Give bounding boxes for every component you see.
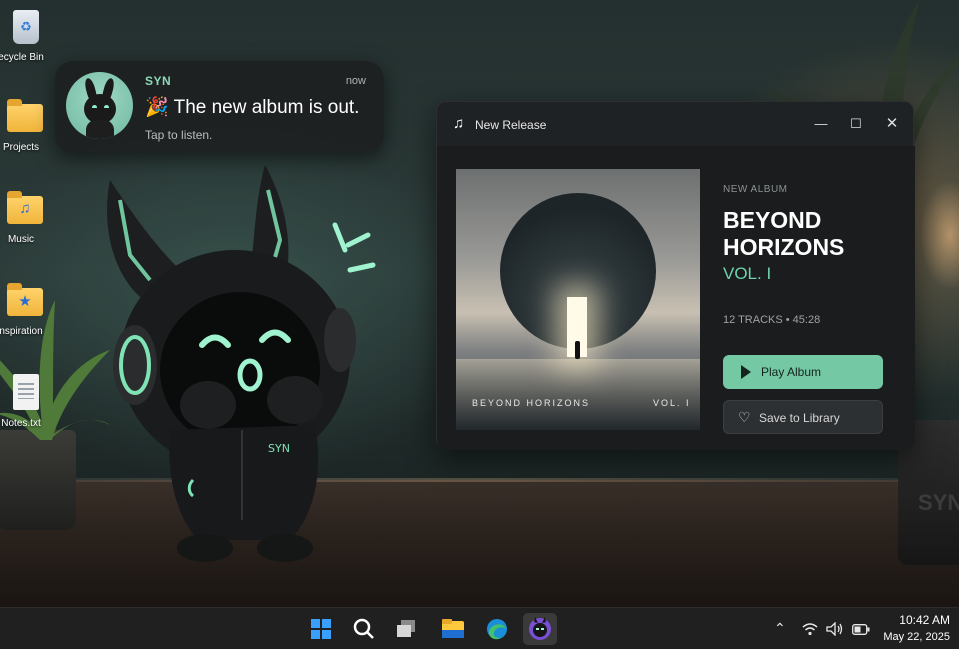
notification-toast[interactable]: SYN now 🎉 The new album is out. Tap to l… (55, 61, 384, 153)
task-view-button[interactable] (390, 613, 424, 645)
mug-logo: SYN (918, 490, 959, 515)
cover-water (456, 359, 700, 430)
desktop-icon-label: ecycle Bin (0, 52, 44, 63)
play-icon (741, 365, 751, 379)
album-title: BEYOND HORIZONS (723, 207, 903, 261)
album-title-line2: HORIZONS (723, 234, 845, 260)
minimize-button[interactable]: — (806, 110, 836, 138)
play-album-button[interactable]: Play Album (723, 355, 883, 389)
volume-icon[interactable] (826, 622, 844, 636)
file-explorer-button[interactable] (436, 613, 470, 645)
desktop-icon-label: Music (7, 234, 35, 245)
album-kind-label: NEW ALBUM (723, 184, 788, 195)
start-button[interactable] (304, 613, 338, 645)
close-button[interactable]: ✕ (877, 110, 907, 138)
desktop-icon-label: Notes.txt (1, 418, 41, 429)
album-meta: 12 TRACKS • 45:28 (723, 314, 821, 326)
window-titlebar[interactable]: ♫ New Release — ☐ ✕ (437, 102, 915, 146)
window-title: New Release (475, 118, 547, 132)
plant-pot (0, 430, 76, 530)
save-to-library-button[interactable]: ♡ Save to Library (723, 400, 883, 434)
save-to-library-label: Save to Library (759, 411, 840, 425)
notification-message: 🎉 The new album is out. (145, 97, 360, 118)
taskbar: ⌃ 10:42 AM May 22, 2025 (0, 607, 959, 649)
clock-time[interactable]: 10:42 AM (899, 613, 950, 627)
edge-icon (487, 619, 507, 640)
album-cover: BEYOND HORIZONS VOL. I (456, 169, 700, 430)
syn-avatar (66, 72, 133, 139)
music-folder-icon: ♫ (5, 190, 45, 228)
wifi-icon[interactable] (802, 622, 818, 636)
syn-app-icon (529, 617, 551, 640)
search-button[interactable] (347, 613, 381, 645)
desktop-icon-music[interactable]: ♫ Music (0, 190, 50, 245)
notification-subtext: Tap to listen. (145, 128, 213, 142)
notification-time: now (345, 75, 366, 87)
edge-button[interactable] (480, 613, 514, 645)
play-album-label: Play Album (761, 365, 822, 379)
cover-volume-text: VOL. I (653, 398, 691, 408)
new-release-window: ♫ New Release — ☐ ✕ BEYOND HORIZONS VOL.… (436, 101, 915, 450)
desktop-icon-inspiration[interactable]: ★ nspiration (0, 282, 50, 337)
text-file-icon (5, 374, 45, 412)
file-explorer-icon (442, 619, 464, 638)
album-title-line1: BEYOND (723, 207, 822, 233)
task-view-icon (397, 620, 415, 637)
maximize-button[interactable]: ☐ (841, 110, 871, 138)
syn-app-button[interactable] (523, 613, 557, 645)
folder-icon (5, 98, 45, 136)
hoodie-label: SYN (268, 442, 290, 455)
battery-icon[interactable] (852, 624, 870, 635)
desktop-icon-notes[interactable]: Notes.txt (0, 374, 50, 429)
cover-figure (575, 341, 580, 359)
desktop-icon-recycle-bin[interactable]: ♻ ecycle Bin (0, 8, 50, 63)
album-volume: VOL. I (723, 264, 772, 283)
syn-mascot-figure: SYN (107, 165, 376, 562)
notification-app-name: SYN (145, 74, 172, 88)
desktop-icon-label: Projects (2, 142, 40, 153)
cover-title-text: BEYOND HORIZONS (472, 398, 591, 408)
star-folder-icon: ★ (5, 282, 45, 320)
clock-date[interactable]: May 22, 2025 (883, 631, 950, 643)
window-content: BEYOND HORIZONS VOL. I NEW ALBUM BEYOND … (437, 146, 915, 450)
chevron-up-icon[interactable]: ⌃ (774, 620, 786, 637)
start-icon (311, 619, 331, 639)
heart-icon: ♡ (738, 409, 751, 425)
search-icon (353, 618, 374, 639)
desktop-icon-projects[interactable]: Projects (0, 98, 50, 153)
desktop-icon-label: nspiration (0, 326, 43, 337)
recycle-bin-icon: ♻ (5, 8, 45, 46)
music-note-icon: ♫ (453, 115, 465, 132)
